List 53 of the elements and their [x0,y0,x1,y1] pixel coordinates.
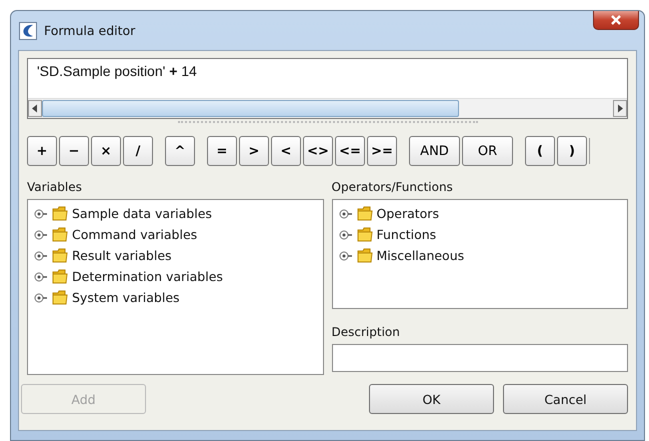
operator-button[interactable]: > [239,136,269,166]
tree-item[interactable]: Command variables [72,227,198,242]
folder-icon [356,227,372,242]
app-logo-icon [19,22,37,40]
operator-button[interactable]: − [59,136,89,166]
dialog-button[interactable]: Cancel [503,384,628,414]
operator-button[interactable]: AND [409,136,460,166]
operator-button[interactable]: ) [557,136,587,166]
folder-icon [356,206,372,221]
operator-button[interactable]: <> [303,136,333,166]
operator-button[interactable]: + [27,136,57,166]
operator-button[interactable]: ^ [165,136,195,166]
variables-label: Variables [27,180,83,196]
expander-icon[interactable] [338,250,352,260]
tree-item[interactable]: Result variables [72,248,172,263]
tree-item[interactable]: Determination variables [72,269,223,284]
expander-icon[interactable] [338,230,352,240]
close-button[interactable] [593,11,639,30]
formula-field[interactable]: 'SD.Sample position' + 14 [27,58,628,119]
tree-item[interactable]: System variables [72,290,180,305]
close-icon [610,15,622,25]
horizontal-scrollbar[interactable] [28,98,627,118]
expander-icon[interactable] [34,272,48,282]
operator-button[interactable]: OR [462,136,513,166]
expander-icon[interactable] [338,208,352,218]
folder-icon [52,290,68,305]
operator-button[interactable]: = [207,136,237,166]
folder-icon [356,248,372,263]
folder-icon [52,248,68,263]
folder-icon [52,227,68,242]
expander-icon[interactable] [34,230,48,240]
folder-icon [52,269,68,284]
tree-item[interactable]: Sample data variables [72,206,212,221]
dialog-button[interactable]: OK [369,384,494,414]
description-label: Description [332,325,401,341]
description-field[interactable] [332,344,628,372]
operator-button[interactable]: <= [335,136,365,166]
operator-button[interactable]: < [271,136,301,166]
operators-functions-label: Operators/Functions [332,180,454,196]
operator-button[interactable]: >= [367,136,397,166]
scroll-right-icon[interactable] [613,100,627,117]
tree-item[interactable]: Functions [376,227,436,242]
scroll-left-icon[interactable] [28,100,42,117]
expander-icon[interactable] [34,250,48,260]
folder-icon [52,206,68,221]
expander-icon[interactable] [34,292,48,302]
operator-button[interactable]: × [91,136,121,166]
tree-item[interactable]: Miscellaneous [376,248,464,263]
operator-button[interactable]: ( [525,136,555,166]
window-title: Formula editor [44,23,136,38]
tree-item[interactable]: Operators [376,206,439,221]
expander-icon[interactable] [34,208,48,218]
operator-button[interactable]: / [123,136,153,166]
